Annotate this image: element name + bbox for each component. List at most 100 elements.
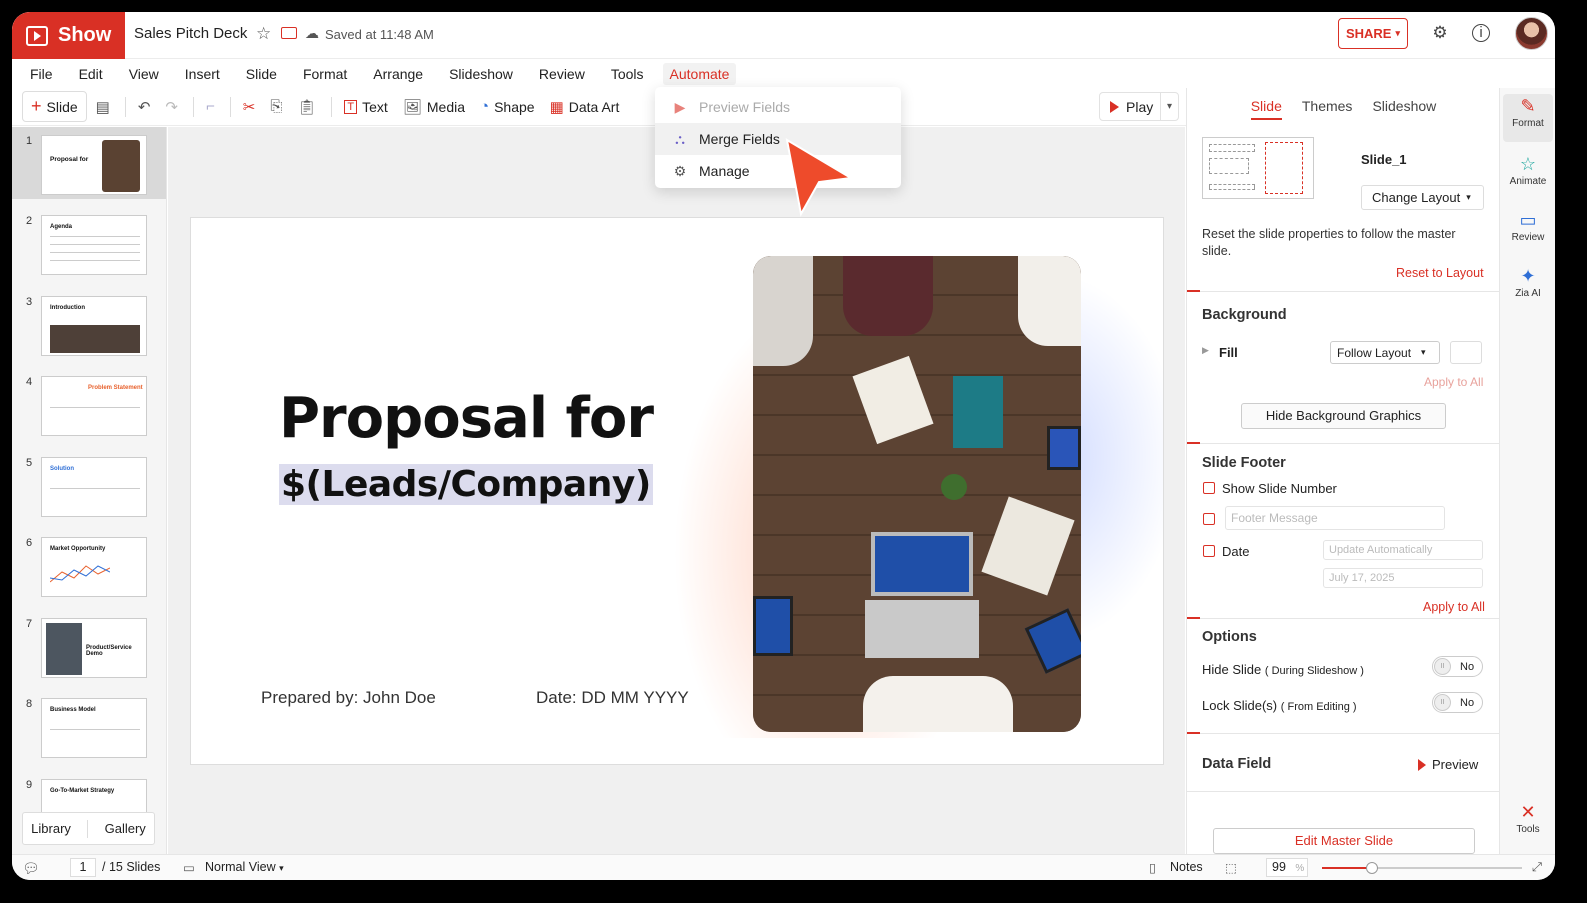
- fullscreen-icon[interactable]: ⤢: [1532, 860, 1542, 875]
- star-icon[interactable]: ☆: [256, 24, 271, 44]
- thumbnail-title: Business Model: [50, 707, 96, 713]
- copy-button[interactable]: ⎘: [264, 94, 288, 119]
- rail-zia-ai[interactable]: ✦ Zia AI: [1503, 264, 1553, 312]
- apply-to-all-footer-link[interactable]: Apply to All: [1423, 600, 1485, 614]
- thumbnail-title: Market Opportunity: [50, 546, 106, 552]
- reset-to-layout-link[interactable]: Reset to Layout: [1396, 266, 1484, 280]
- gallery-button[interactable]: Gallery: [105, 821, 146, 836]
- preview-button[interactable]: Preview: [1418, 757, 1478, 772]
- library-button[interactable]: Library: [31, 821, 71, 836]
- tablet: [753, 596, 793, 656]
- app-window: Show Sales Pitch Deck ☆ ☁ Saved at 11:48…: [12, 12, 1555, 880]
- menu-tools[interactable]: Tools: [604, 63, 651, 85]
- toggle-state: No: [1460, 696, 1475, 709]
- slide-editor[interactable]: Proposal for $(Leads/Company) Prepared b…: [190, 217, 1164, 765]
- hide-slide-text: Hide Slide: [1202, 662, 1262, 677]
- rail-tools[interactable]: ✕ Tools: [1503, 800, 1553, 848]
- shape-button[interactable]: ◔ Shape: [474, 94, 541, 119]
- fill-select[interactable]: Follow Layout ▾: [1330, 341, 1440, 364]
- preview-fields-item[interactable]: ▶ Preview Fields: [655, 91, 901, 123]
- menu-edit[interactable]: Edit: [72, 63, 110, 85]
- menu-file[interactable]: File: [23, 63, 60, 85]
- slide-photo[interactable]: [753, 256, 1081, 732]
- fit-slide-icon[interactable]: ⬚: [1225, 860, 1237, 875]
- slide-thumbnail[interactable]: 8 Business Model: [12, 690, 166, 762]
- format-painter-button[interactable]: ⌐: [200, 94, 221, 119]
- notes-button[interactable]: Notes: [1170, 860, 1203, 874]
- footer-checkbox[interactable]: [1203, 513, 1215, 525]
- zoom-slider-handle[interactable]: [1366, 862, 1378, 874]
- rail-animate[interactable]: ☆ Animate: [1503, 152, 1553, 200]
- footer-message-input[interactable]: Footer Message: [1225, 506, 1445, 530]
- date-mode-select[interactable]: Update Automatically: [1323, 540, 1483, 560]
- slide-thumbnail[interactable]: 2 Agenda: [12, 207, 166, 279]
- show-slide-number-label: Show Slide Number: [1222, 481, 1337, 496]
- merge-field-placeholder[interactable]: $(Leads/Company): [279, 464, 653, 505]
- folder-icon[interactable]: [281, 27, 297, 39]
- paste-button[interactable]: 📋︎: [291, 94, 322, 120]
- info-icon[interactable]: i: [1472, 24, 1490, 42]
- share-button[interactable]: SHARE ▾: [1338, 18, 1408, 49]
- menu-review[interactable]: Review: [532, 63, 592, 85]
- apply-to-all-link[interactable]: Apply to All: [1424, 375, 1483, 389]
- layout-button[interactable]: ▤: [90, 94, 116, 120]
- slide-number: 8: [26, 698, 33, 710]
- manage-item[interactable]: ⚙ Manage: [655, 155, 901, 187]
- undo-button[interactable]: ↶: [132, 94, 157, 120]
- text-label: Text: [362, 98, 388, 115]
- tablet: [1047, 426, 1081, 470]
- menu-format[interactable]: Format: [296, 63, 354, 85]
- thumbnail-image: [102, 140, 140, 192]
- layout-preview[interactable]: [1202, 137, 1314, 199]
- slide-thumbnail[interactable]: 7 Product/Service Demo: [12, 610, 166, 682]
- menu-arrange[interactable]: Arrange: [366, 63, 430, 85]
- expand-arrow-icon[interactable]: ▶: [1202, 345, 1209, 356]
- media-button[interactable]: 🖼︎ Media: [397, 94, 471, 120]
- cut-button[interactable]: ✂: [237, 94, 262, 120]
- menu-slideshow[interactable]: Slideshow: [442, 63, 520, 85]
- menu-automate[interactable]: Automate: [662, 63, 737, 85]
- slide-thumbnail[interactable]: 4 Problem Statement: [12, 368, 166, 440]
- avatar[interactable]: [1515, 17, 1548, 50]
- show-slide-number-checkbox[interactable]: [1203, 482, 1215, 494]
- lock-slide-toggle[interactable]: II No: [1432, 692, 1483, 713]
- tab-slide[interactable]: Slide: [1250, 98, 1282, 120]
- date-checkbox[interactable]: [1203, 545, 1215, 557]
- play-button[interactable]: Play ▾: [1099, 92, 1179, 121]
- menu-slide[interactable]: Slide: [239, 63, 284, 85]
- text-button[interactable]: T Text: [338, 95, 393, 119]
- gear-icon[interactable]: ⚙: [1430, 23, 1450, 43]
- thumbnail-preview: Introduction: [41, 296, 147, 356]
- brand-logo[interactable]: Show: [12, 12, 125, 59]
- merge-fields-item[interactable]: ⛬ Merge Fields: [655, 123, 901, 155]
- redo-button[interactable]: ↷: [159, 94, 184, 120]
- zoom-slider[interactable]: [1322, 862, 1522, 874]
- menu-insert[interactable]: Insert: [178, 63, 227, 85]
- chevron-down-icon[interactable]: ▾: [1160, 93, 1178, 120]
- change-layout-button[interactable]: Change Layout ▾: [1361, 185, 1484, 210]
- slide-title[interactable]: Proposal for: [279, 386, 654, 451]
- hide-slide-toggle[interactable]: II No: [1432, 656, 1483, 677]
- rail-review[interactable]: ▭ Review: [1503, 208, 1553, 256]
- date-text[interactable]: Date: DD MM YYYY: [536, 688, 689, 708]
- prepared-by-text[interactable]: Prepared by: John Doe: [261, 688, 436, 708]
- tab-slideshow[interactable]: Slideshow: [1372, 98, 1436, 114]
- menu-view[interactable]: View: [122, 63, 166, 85]
- document-title[interactable]: Sales Pitch Deck: [134, 25, 247, 42]
- view-mode-select[interactable]: Normal View ▾: [205, 860, 284, 874]
- add-slide-button[interactable]: + Slide: [22, 91, 87, 122]
- hide-background-graphics-button[interactable]: Hide Background Graphics: [1241, 403, 1446, 429]
- slide-thumbnail[interactable]: 6 Market Opportunity: [12, 529, 166, 601]
- data-art-button[interactable]: ▦ Data Art: [544, 94, 626, 120]
- zoom-input[interactable]: 99 %: [1266, 858, 1308, 877]
- rail-format[interactable]: ✎ Format: [1503, 94, 1553, 142]
- slide-thumbnail[interactable]: 5 Solution: [12, 449, 166, 521]
- tab-themes[interactable]: Themes: [1302, 98, 1353, 114]
- slide-thumbnail[interactable]: 3 Introduction: [12, 288, 166, 360]
- current-page-input[interactable]: 1: [70, 858, 96, 877]
- color-picker[interactable]: [1450, 341, 1482, 364]
- edit-master-slide-button[interactable]: Edit Master Slide: [1213, 828, 1475, 854]
- date-value-select[interactable]: July 17, 2025: [1323, 568, 1483, 588]
- slide-thumbnail[interactable]: 1 Proposal for: [12, 127, 166, 199]
- chat-icon[interactable]: 💬︎: [22, 860, 40, 877]
